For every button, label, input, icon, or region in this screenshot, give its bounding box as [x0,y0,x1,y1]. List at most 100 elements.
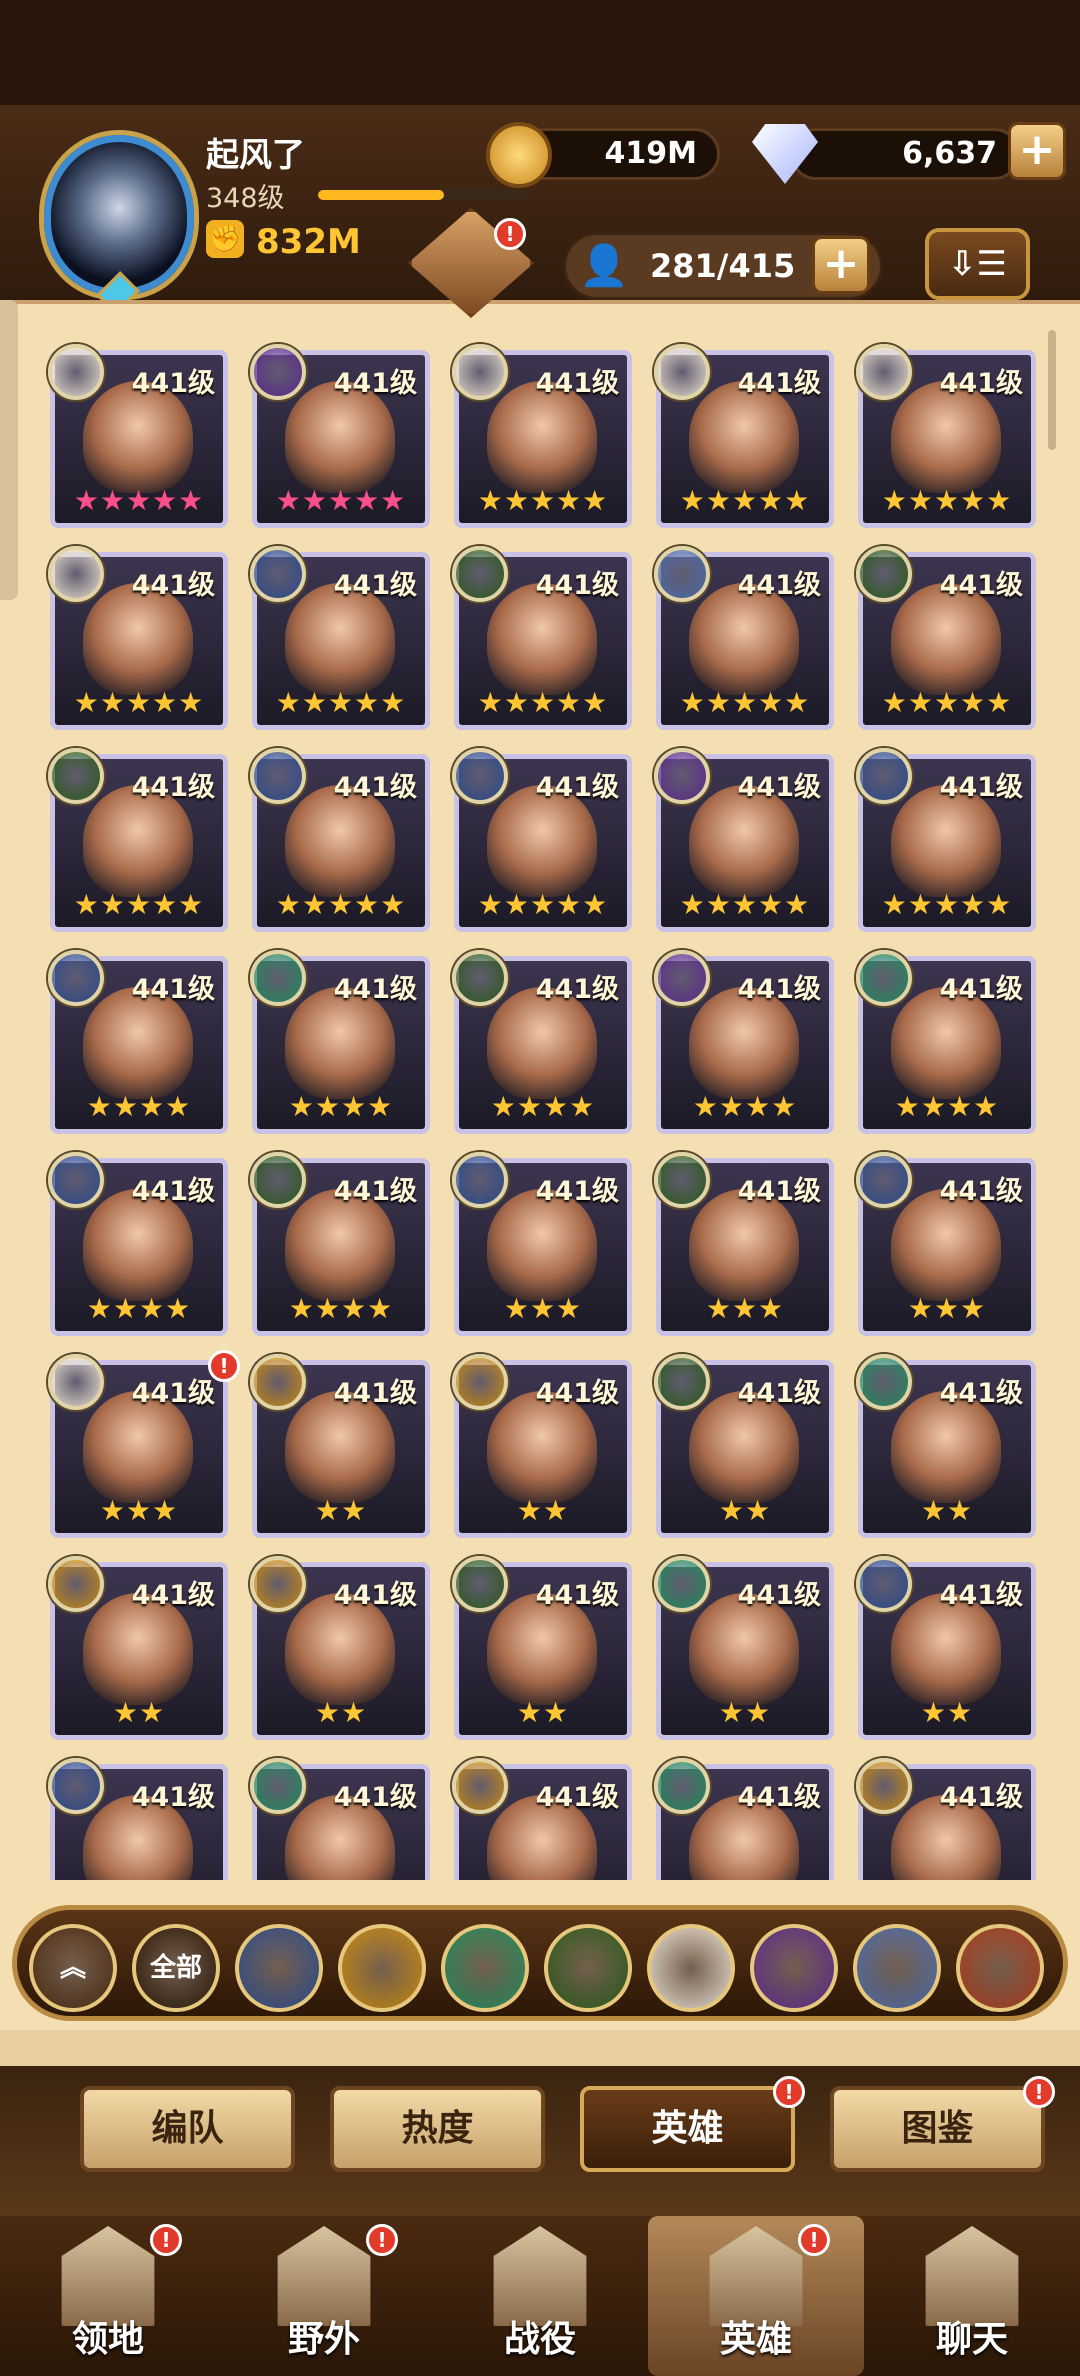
tab-codex[interactable]: 图鉴! [830,2076,1055,2172]
hero-card[interactable]: 441级 ★★★★★ [452,546,642,736]
hero-card[interactable]: 441级 [654,1758,844,1880]
graveborn-faction-icon [452,950,508,1006]
hero-card[interactable]: 441级 ★★★ [452,1152,642,1342]
hero-card[interactable]: 441级 ★★★★★ [856,748,1046,938]
mauler-faction-icon [48,1556,104,1612]
wilder-faction-icon [250,950,306,1006]
hero-stars: ★★★★★ [679,888,811,921]
nav-territory[interactable]: 领地! [0,2216,216,2376]
tab-formation[interactable]: 编队 [80,2086,295,2172]
hero-card[interactable]: 441级 ★★★ [654,1152,844,1342]
celestial-faction-icon [452,344,508,400]
hero-card[interactable]: 441级 ★★★ [856,1152,1046,1342]
lightbearer-faction-icon [856,1556,912,1612]
hero-card[interactable]: 441级 ★★★★★ [856,344,1046,534]
hero-card[interactable]: 441级 ★★ [250,1354,440,1544]
nav-heroes[interactable]: 英雄! [648,2216,864,2376]
hero-card[interactable]: 441级 ★★★★ [452,950,642,1140]
hero-card[interactable]: 441级 ★★ [654,1354,844,1544]
filter-all-button[interactable]: 全部 [132,1924,220,2012]
hero-grid[interactable]: 441级 ★★★★★ 441级 ★★★★★ 441级 ★★★★★ 441级 ★★★★★ 441级… [0,330,1080,1880]
hero-card[interactable]: 441级 ★★ [250,1556,440,1746]
filter-mauler-button[interactable] [338,1924,426,2012]
hero-card[interactable]: 441级 ★★ [856,1354,1046,1544]
hero-card[interactable]: 441级 ★★★★★ [250,546,440,736]
hero-level: 441级 [737,1580,821,1611]
hero-level: 441级 [939,368,1023,399]
hero-card[interactable]: 441级 ★★★★ [48,1152,238,1342]
celestial-faction-icon [48,546,104,602]
filter-hypogean-button[interactable] [750,1924,838,2012]
hero-stars: ★★★ [705,1292,785,1325]
hero-card[interactable]: 441级 ★★★★ [48,950,238,1140]
hero-card[interactable]: 441级 ★★ [452,1556,642,1746]
nav-chat[interactable]: 聊天 [864,2216,1080,2376]
hero-card[interactable]: 441级 ★★★★ [250,950,440,1140]
filter-fire-button[interactable] [956,1924,1044,2012]
hero-stars: ★★★★ [894,1090,1000,1123]
gold-coin-icon [486,122,552,188]
hero-card[interactable]: 441级 ★★★★★ [452,344,642,534]
nav-label: 英雄 [719,2319,792,2360]
mauler-faction-icon [452,1758,508,1814]
hero-stars: ★★★★★ [73,484,205,517]
hypogean-faction-icon [250,344,306,400]
filter-graveborn-button[interactable] [544,1924,632,2012]
hero-stars: ★★ [314,1696,368,1729]
filter-celestial-button[interactable] [647,1924,735,2012]
mauler-faction-icon [250,1354,306,1410]
hero-card[interactable]: 441级 [48,1758,238,1880]
hero-level: 441级 [535,368,619,399]
hero-card[interactable]: 441级 ★★★★★ [654,546,844,736]
hero-card[interactable]: 441级 ★★ [452,1354,642,1544]
tab-popularity[interactable]: 热度 [330,2086,545,2172]
hero-card[interactable]: 441级 ★★ [48,1556,238,1746]
filter-wilder-button[interactable] [441,1924,529,2012]
nav-wilderness[interactable]: 野外! [216,2216,432,2376]
hero-card[interactable]: 441级 ★★★★ [250,1152,440,1342]
hero-card[interactable]: 441级 ★★★★★ [654,748,844,938]
hero-card[interactable]: 441级 ★★★★ [654,950,844,1140]
hero-card[interactable]: 441级 ★★★★★ [250,344,440,534]
dimensional-faction-icon [654,546,710,602]
hero-card[interactable]: 441级 ★★★★★ [48,748,238,938]
collapse-filter-button[interactable]: ︽ [29,1924,117,2012]
hero-card[interactable]: 441级 ★★★★★ [250,748,440,938]
hero-card[interactable]: 441级 ★★★★ [856,950,1046,1140]
hero-stars: ★★ [920,1494,974,1527]
add-diamonds-button[interactable]: + [1008,122,1066,180]
hero-card[interactable]: 441级 ★★★! [48,1350,240,1544]
power-fist-icon: ✊ [206,220,244,258]
hero-stars: ★★★★★ [881,888,1013,921]
hero-card[interactable]: 441级 ★★★★★ [856,546,1046,736]
hero-card[interactable]: 441级 [856,1758,1046,1880]
lightbearer-faction-icon [452,748,508,804]
hero-level: 441级 [535,570,619,601]
hero-card[interactable]: 441级 ★★★★★ [48,546,238,736]
hero-level: 441级 [939,974,1023,1005]
grid-scrollbar[interactable] [1048,330,1056,450]
hero-card[interactable]: 441级 ★★★★★ [654,344,844,534]
tab-heroes[interactable]: 英雄! [580,2076,805,2172]
nav-campaign[interactable]: 战役 [432,2216,648,2376]
hero-card[interactable]: 441级 ★★★★★ [452,748,642,938]
tab-label: 图鉴 [901,2108,974,2149]
hero-card[interactable]: 441级 ★★★★★ [48,344,238,534]
hero-level: 441级 [535,1782,619,1813]
hero-level: 441级 [737,1176,821,1207]
hero-level: 441级 [131,974,215,1005]
hero-stars: ★★★★★ [679,484,811,517]
hero-stars: ★★★★★ [477,888,609,921]
hero-level: 441级 [333,1782,417,1813]
expand-hero-slots-button[interactable]: + [812,236,870,294]
hero-card[interactable]: 441级 [452,1758,642,1880]
sort-button[interactable]: ⇩☰ [925,228,1030,300]
nav-label: 领地 [71,2319,144,2360]
hero-card[interactable]: 441级 ★★ [654,1556,844,1746]
filter-lightbearer-button[interactable] [235,1924,323,2012]
filter-dimensional-button[interactable] [853,1924,941,2012]
hero-level: 441级 [535,1176,619,1207]
hero-card[interactable]: 441级 [250,1758,440,1880]
celestial-faction-icon [48,1354,104,1410]
hero-card[interactable]: 441级 ★★ [856,1556,1046,1746]
